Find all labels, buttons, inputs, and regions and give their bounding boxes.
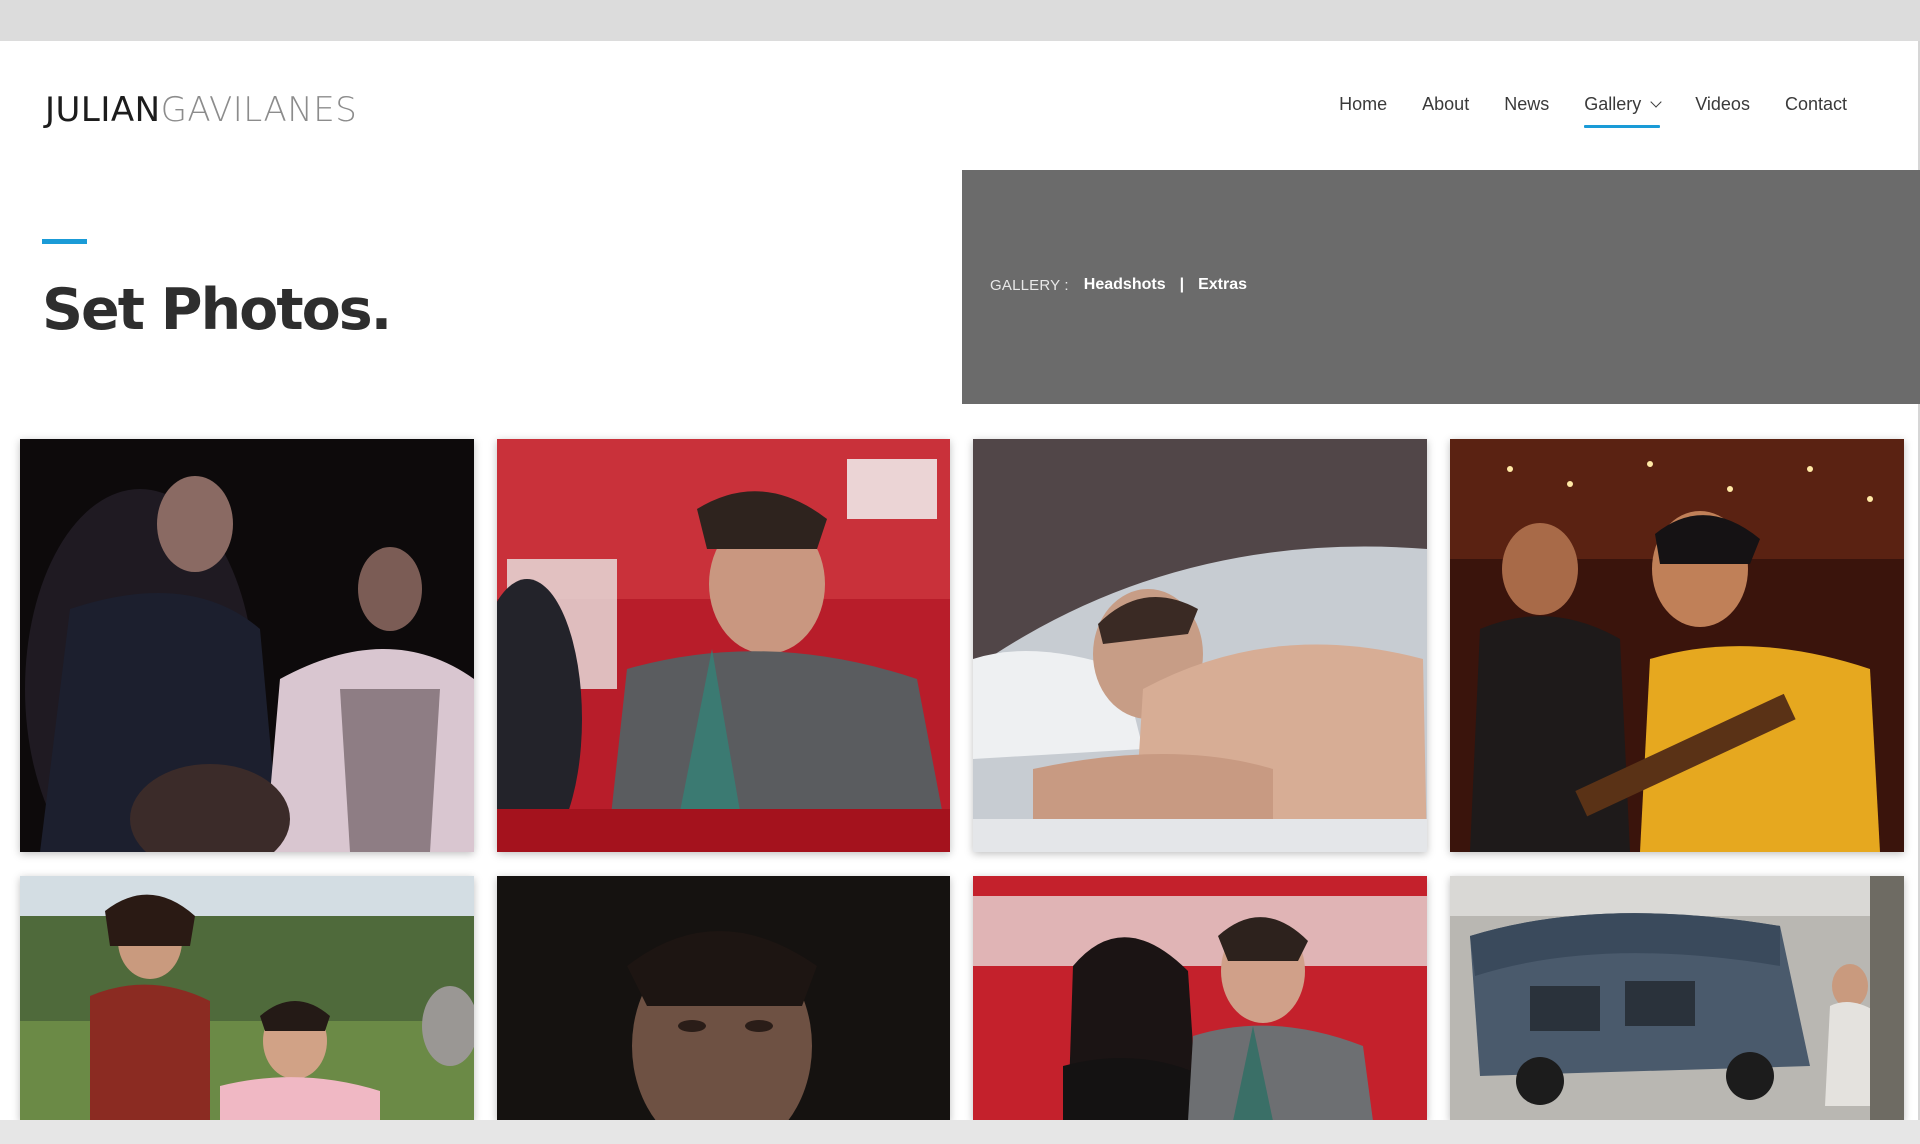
gallery-photo[interactable] xyxy=(1450,439,1904,852)
gallery-photo[interactable] xyxy=(20,876,474,1121)
nav-videos[interactable]: Videos xyxy=(1695,90,1750,118)
browser-top-strip xyxy=(0,0,1920,41)
nav-contact[interactable]: Contact xyxy=(1785,90,1847,118)
main-nav: Home About News Gallery Videos Contact xyxy=(1304,90,1847,128)
gallery-photo[interactable] xyxy=(20,439,474,852)
gallery-subnav: GALLERY : Headshots | Extras xyxy=(990,276,1247,294)
site-logo[interactable]: JULIANGAVILANES xyxy=(45,93,357,127)
photo-image xyxy=(973,876,1427,1121)
gallery-label: GALLERY : xyxy=(990,276,1069,294)
nav-gallery[interactable]: Gallery xyxy=(1584,90,1662,128)
photo-image xyxy=(1450,439,1904,852)
gallery-photo[interactable] xyxy=(973,439,1427,852)
photo-image xyxy=(1450,876,1904,1121)
gallery-photo[interactable] xyxy=(497,876,950,1121)
logo-first-name: JULIAN xyxy=(45,90,161,130)
gallery-separator: | xyxy=(1179,276,1185,293)
nav-gallery-label: Gallery xyxy=(1584,93,1642,114)
title-accent-bar xyxy=(42,239,87,244)
photo-image xyxy=(497,439,950,852)
gallery-link-extras[interactable]: Extras xyxy=(1198,276,1247,294)
nav-news[interactable]: News xyxy=(1504,90,1549,118)
logo-last-name: GAVILANES xyxy=(160,90,358,130)
nav-about[interactable]: About xyxy=(1422,90,1469,118)
gallery-banner: GALLERY : Headshots | Extras xyxy=(962,170,1920,404)
photo-image xyxy=(497,876,950,1121)
browser-bottom-strip xyxy=(0,1120,1920,1144)
gallery-photo[interactable] xyxy=(973,876,1427,1121)
gallery-photo[interactable] xyxy=(1450,876,1904,1121)
photo-image xyxy=(973,439,1427,852)
page-title: Set Photos. xyxy=(42,277,392,343)
chevron-down-icon xyxy=(1650,95,1662,108)
gallery-photo[interactable] xyxy=(497,439,950,852)
nav-home[interactable]: Home xyxy=(1339,90,1387,118)
photo-image xyxy=(20,876,474,1121)
gallery-link-headshots[interactable]: Headshots xyxy=(1084,276,1166,294)
photo-image xyxy=(20,439,474,852)
